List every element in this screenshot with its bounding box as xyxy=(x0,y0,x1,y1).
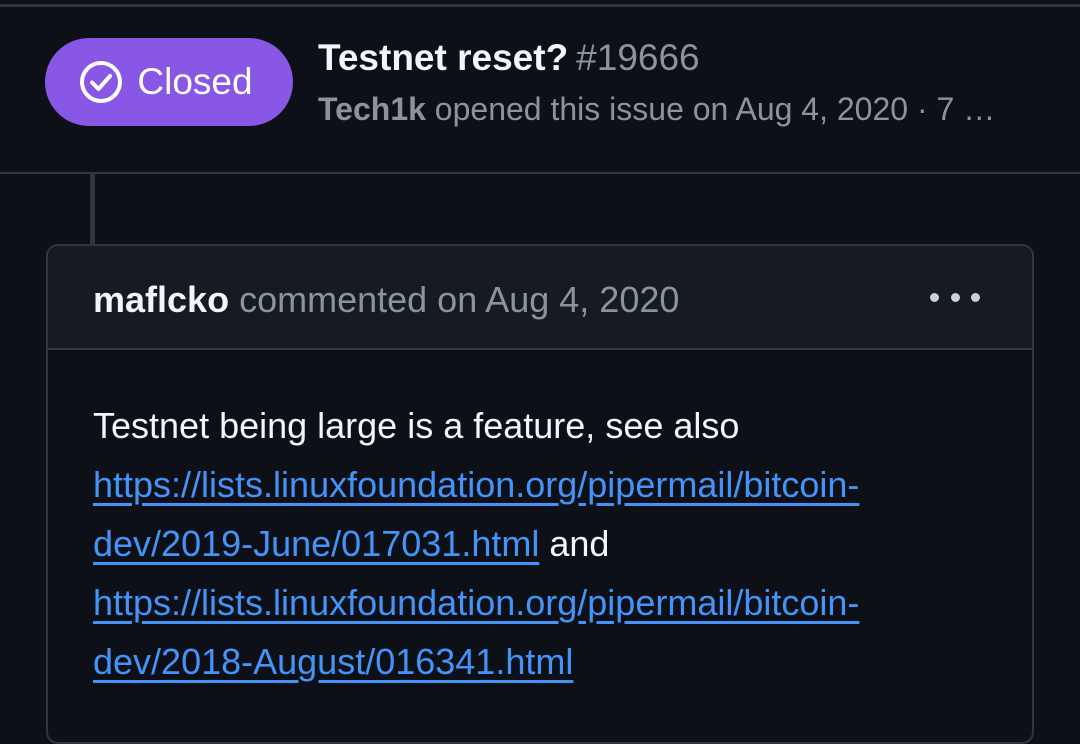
issue-number: #19666 xyxy=(576,37,700,78)
comment-body-line: https://lists.linuxfoundation.org/piperm… xyxy=(93,573,993,632)
comment-body-line: https://lists.linuxfoundation.org/piperm… xyxy=(93,455,993,514)
timeline-connector xyxy=(90,174,95,244)
kebab-dot xyxy=(971,292,980,302)
check-circle-icon xyxy=(80,61,123,103)
comment-link-2b[interactable]: dev/2018-August/016341.html xyxy=(93,641,573,682)
comment-body-line: dev/2019-June/017031.html and xyxy=(93,514,993,573)
issue-meta-text: opened this issue on Aug 4, 2020 · 7 … xyxy=(434,91,996,127)
issue-state-badge: Closed xyxy=(45,38,293,126)
comment-card: maflcko commented on Aug 4, 2020 Testnet… xyxy=(46,244,1034,744)
kebab-dot xyxy=(950,292,960,302)
issue-title-text: Testnet reset? xyxy=(318,37,569,78)
comment-body-line: dev/2018-August/016341.html xyxy=(93,632,993,691)
issue-title: Testnet reset? #19666 xyxy=(318,37,700,79)
issue-author-link[interactable]: Tech1k xyxy=(318,91,426,127)
comment-body-intro: Testnet being large is a feature, see al… xyxy=(93,405,740,446)
issue-meta: Tech1k opened this issue on Aug 4, 2020 … xyxy=(318,91,995,128)
comment-timestamp-link[interactable]: commented on Aug 4, 2020 xyxy=(239,279,679,320)
comment-header: maflcko commented on Aug 4, 2020 xyxy=(48,246,1032,350)
comment-conjunction: and xyxy=(549,523,610,564)
comment-author-link[interactable]: maflcko xyxy=(93,279,229,320)
header-divider xyxy=(0,172,1080,174)
kebab-menu-icon[interactable] xyxy=(930,284,980,310)
kebab-dot xyxy=(930,292,939,302)
comment-header-text: maflcko commented on Aug 4, 2020 xyxy=(93,279,679,321)
comment-link-1a[interactable]: https://lists.linuxfoundation.org/piperm… xyxy=(93,464,859,505)
comment-link-2a[interactable]: https://lists.linuxfoundation.org/piperm… xyxy=(93,582,859,623)
comment-link-1b[interactable]: dev/2019-June/017031.html xyxy=(93,523,539,564)
comment-body: Testnet being large is a feature, see al… xyxy=(93,396,993,691)
issue-state-label: Closed xyxy=(137,61,253,102)
issue-header: Closed Testnet reset? #19666 Tech1k opene… xyxy=(0,7,1080,171)
